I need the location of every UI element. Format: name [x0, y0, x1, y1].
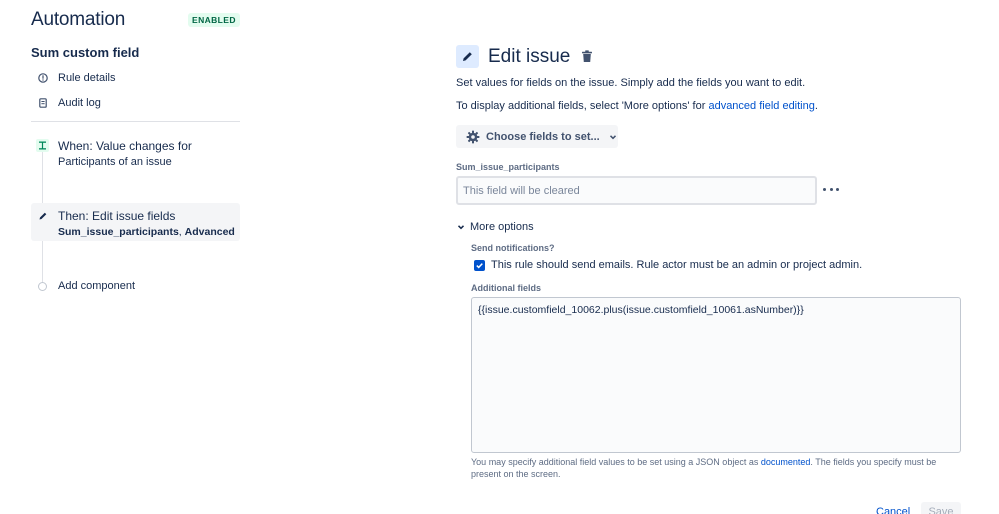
chevron-down-icon	[608, 132, 618, 142]
cancel-button[interactable]: Cancel	[876, 506, 910, 514]
rule-name: Sum custom field	[31, 45, 140, 60]
additional-fields-help: You may specify additional field values …	[471, 456, 961, 480]
description-suffix: .	[814, 100, 818, 112]
sidebar-item-label: Rule details	[58, 72, 116, 84]
component-subtitle: Participants of an issue	[58, 156, 172, 168]
component-subtitle: Sum_issue_participants, Advanced	[58, 226, 235, 238]
sidebar: Automation ENABLED Sum custom field Rule…	[0, 0, 250, 514]
editor-description: Set values for fields on the issue. Simp…	[456, 77, 806, 89]
pencil-icon	[36, 209, 49, 222]
gear-icon	[466, 130, 480, 144]
more-actions-icon[interactable]	[823, 182, 839, 196]
field-label: Sum_issue_participants	[456, 162, 560, 172]
component-subtitle-field: Sum_issue_participants	[58, 226, 179, 238]
sidebar-item-audit-log[interactable]: Audit log	[38, 97, 101, 109]
documented-link[interactable]: documented	[761, 457, 811, 467]
save-button[interactable]: Save	[921, 502, 961, 514]
chevron-down-icon	[456, 222, 466, 232]
sidebar-item-label: Audit log	[58, 97, 101, 109]
sum-issue-participants-input[interactable]	[456, 176, 817, 205]
pencil-icon	[456, 45, 479, 68]
trigger-icon	[36, 139, 49, 152]
editor-description-advanced: To display additional fields, select 'Mo…	[456, 100, 818, 112]
sidebar-item-rule-details[interactable]: Rule details	[38, 72, 115, 84]
status-badge: ENABLED	[188, 13, 240, 27]
notifications-row: This rule should send emails. Rule actor…	[474, 259, 862, 271]
choose-fields-button[interactable]: Choose fields to set...	[456, 125, 618, 148]
clipboard-icon	[38, 98, 48, 108]
add-component-label: Add component	[58, 280, 136, 292]
additional-fields-label: Additional fields	[471, 283, 542, 293]
trash-icon[interactable]	[580, 50, 594, 64]
component-trigger[interactable]: When: Value changes for Participants of …	[31, 137, 240, 175]
more-options-toggle[interactable]: More options	[456, 221, 534, 233]
add-node-icon	[38, 281, 47, 291]
help-prefix: You may specify additional field values …	[471, 457, 761, 467]
notifications-label: Send notifications?	[471, 243, 555, 253]
add-component-button[interactable]: Add component	[38, 280, 135, 292]
description-prefix: To display additional fields, select 'Mo…	[456, 100, 709, 112]
advanced-field-editing-link[interactable]: advanced field editing	[708, 100, 814, 112]
divider	[31, 121, 240, 122]
additional-fields-textarea[interactable]	[471, 297, 961, 453]
component-action[interactable]: Then: Edit issue fields Sum_issue_partic…	[31, 203, 240, 241]
editor-title: Edit issue	[488, 45, 571, 67]
component-subtitle-advanced: Advanced	[184, 226, 235, 238]
component-editor: Edit issue Set values for fields on the …	[456, 0, 999, 514]
editor-header: Edit issue	[456, 45, 594, 68]
choose-fields-label: Choose fields to set...	[486, 130, 600, 143]
page-title: Automation	[31, 9, 126, 30]
info-icon	[38, 73, 48, 83]
component-title: Then: Edit issue fields	[58, 209, 176, 223]
component-title: When: Value changes for	[58, 139, 192, 153]
send-notifications-label[interactable]: This rule should send emails. Rule actor…	[491, 259, 862, 271]
more-options-label: More options	[470, 221, 534, 233]
send-notifications-checkbox[interactable]	[474, 259, 485, 271]
